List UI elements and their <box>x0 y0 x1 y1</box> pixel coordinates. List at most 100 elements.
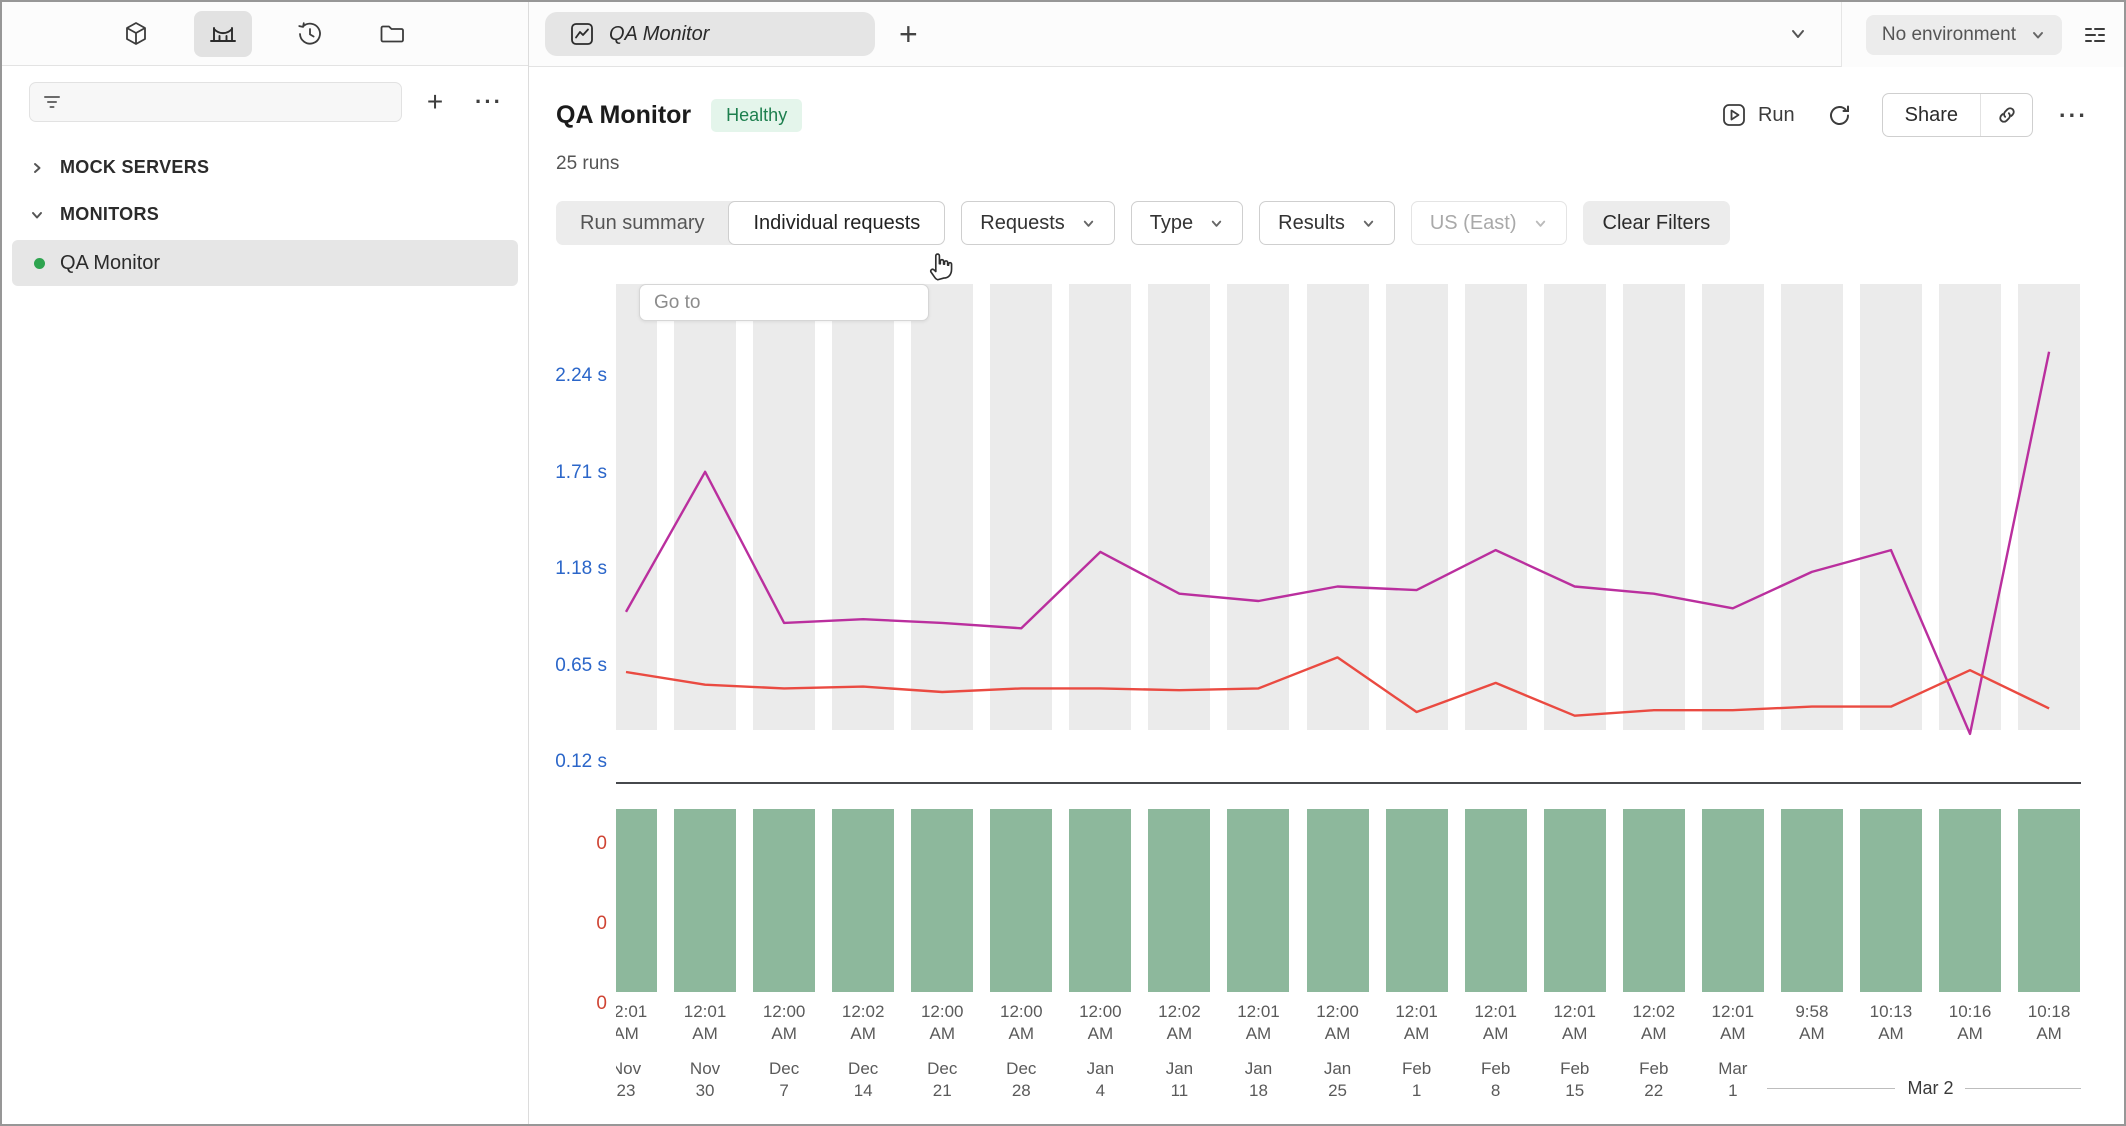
x-axis-date-label: Jan 4 <box>1058 1058 1142 1102</box>
sidebar-more-button[interactable]: ··· <box>468 82 510 122</box>
y-axis-tick: 1.18 s <box>529 558 607 580</box>
play-icon <box>1721 102 1747 128</box>
x-axis-date-label: Dec 7 <box>742 1058 826 1102</box>
filter-icon <box>42 92 62 112</box>
page-title: QA Monitor <box>556 101 691 130</box>
chevron-down-icon <box>1788 24 1808 44</box>
run-bar <box>753 809 815 992</box>
run-bar <box>674 809 736 992</box>
x-axis-time-label: 12:00 AM <box>900 1001 984 1045</box>
chart-plot-area[interactable]: 12:01 AMNov 2312:01 AMNov 3012:00 AMDec … <box>616 272 2081 1124</box>
run-bar <box>1939 809 2001 992</box>
run-bar <box>1544 809 1606 992</box>
x-axis-date-label: Feb 1 <box>1375 1058 1459 1102</box>
chevron-down-icon <box>30 208 44 222</box>
sidebar-item-mock-servers[interactable]: MOCK SERVERS <box>2 144 528 191</box>
chevron-right-icon <box>30 161 44 175</box>
copy-link-button[interactable] <box>1980 94 2032 136</box>
run-bar <box>1781 809 1843 992</box>
x-axis-time-label: 12:02 AM <box>1137 1001 1221 1045</box>
goto-search-input[interactable] <box>639 284 929 321</box>
monitor-tab-icon <box>569 21 595 47</box>
run-bar <box>1227 809 1289 992</box>
run-bar <box>616 809 657 992</box>
environment-quick-look-icon[interactable] <box>2082 22 2108 48</box>
x-axis-time-label: 12:01 AM <box>616 1001 668 1045</box>
x-axis-time-label: 12:00 AM <box>742 1001 826 1045</box>
collections-icon[interactable] <box>112 11 160 57</box>
x-axis-time-label: 12:01 AM <box>1375 1001 1459 1045</box>
sidebar-filter-input[interactable] <box>29 82 402 122</box>
x-axis-date-label: Dec 28 <box>979 1058 1063 1102</box>
run-bar <box>1702 809 1764 992</box>
tab-run-summary[interactable]: Run summary <box>556 201 728 245</box>
folder-icon[interactable] <box>368 11 416 57</box>
header-actions: Run Share <box>1721 93 2088 137</box>
run-button[interactable]: Run <box>1721 102 1795 128</box>
run-label: Run <box>1758 104 1795 127</box>
chart-x-axis-line <box>616 782 2081 784</box>
monitor-item-label: QA Monitor <box>60 252 160 275</box>
run-bar <box>2018 809 2080 992</box>
main-panel: QA Monitor + No environment <box>529 2 2124 1124</box>
x-axis-time-label: 12:02 AM <box>821 1001 905 1045</box>
title-row: QA Monitor Healthy Run <box>556 93 2088 137</box>
sidebar-nav <box>2 2 528 66</box>
app-window: + ··· MOCK SERVERS MONITORS QA Monitor <box>0 0 2126 1126</box>
type-dropdown[interactable]: Type <box>1131 201 1243 245</box>
clear-filters-button[interactable]: Clear Filters <box>1583 201 1731 245</box>
healthy-status-dot <box>34 258 45 269</box>
x-axis-date-group-label: Mar 2 <box>1767 1078 2081 1099</box>
x-axis-time-label: 12:02 AM <box>1612 1001 1696 1045</box>
bar-y-axis-tick: 0 <box>529 833 607 855</box>
view-segmented-control: Run summary Individual requests <box>556 201 945 245</box>
sidebar-item-qa-monitor[interactable]: QA Monitor <box>12 240 518 286</box>
y-axis-tick: 1.71 s <box>529 462 607 484</box>
monitors-label: MONITORS <box>60 204 159 225</box>
x-axis-date-label: Nov 30 <box>663 1058 747 1102</box>
x-axis-date-label: Feb 8 <box>1454 1058 1538 1102</box>
environment-label: No environment <box>1882 24 2016 46</box>
health-status-badge: Healthy <box>711 99 802 132</box>
monitors-nav-icon[interactable] <box>194 11 252 57</box>
refresh-button[interactable] <box>1827 103 1852 128</box>
x-axis-time-label: 12:01 AM <box>663 1001 747 1045</box>
tab-qa-monitor[interactable]: QA Monitor <box>545 12 875 56</box>
run-bar <box>1623 809 1685 992</box>
x-axis-date-label: Feb 22 <box>1612 1058 1696 1102</box>
run-bar <box>1148 809 1210 992</box>
share-button-group: Share <box>1882 93 2033 137</box>
x-axis-time-label: 9:58 AM <box>1770 1001 1854 1045</box>
requests-dropdown[interactable]: Requests <box>961 201 1115 245</box>
x-axis-time-label: 12:00 AM <box>979 1001 1063 1045</box>
y-axis-tick: 2.24 s <box>529 365 607 387</box>
bar-y-axis-tick: 0 <box>529 993 607 1015</box>
x-axis-time-label: 10:18 AM <box>2007 1001 2081 1045</box>
x-axis-date-label: Jan 18 <box>1216 1058 1300 1102</box>
sidebar-item-monitors[interactable]: MONITORS <box>2 191 528 238</box>
x-axis-time-label: 12:00 AM <box>1296 1001 1380 1045</box>
environment-selector[interactable]: No environment <box>1866 15 2062 55</box>
x-axis-date-label: Dec 21 <box>900 1058 984 1102</box>
chevron-down-icon <box>1361 216 1376 231</box>
monitor-content: QA Monitor Healthy Run <box>529 67 2124 245</box>
environment-controls: No environment <box>1841 2 2124 67</box>
region-dropdown[interactable]: US (East) <box>1411 201 1567 245</box>
y-axis-tick: 0.65 s <box>529 655 607 677</box>
x-axis-date-label: Jan 25 <box>1296 1058 1380 1102</box>
tab-individual-requests[interactable]: Individual requests <box>728 201 945 245</box>
results-dropdown[interactable]: Results <box>1259 201 1395 245</box>
monitor-chart: 2.24 s1.71 s1.18 s0.65 s0.12 s000 12:01 … <box>529 272 2124 1124</box>
share-button[interactable]: Share <box>1883 94 1980 136</box>
sidebar-add-button[interactable]: + <box>414 82 456 122</box>
chevron-down-icon <box>2030 27 2046 43</box>
new-tab-button[interactable]: + <box>899 18 918 50</box>
response-time-lines <box>616 272 2081 797</box>
runs-count: 25 runs <box>556 153 2088 175</box>
date-group-line <box>1767 1088 1896 1089</box>
x-axis-time-label: 12:01 AM <box>1691 1001 1775 1045</box>
history-icon[interactable] <box>286 11 334 57</box>
more-actions-button[interactable]: ··· <box>2059 102 2088 129</box>
sidebar: + ··· MOCK SERVERS MONITORS QA Monitor <box>2 2 529 1124</box>
tab-list-chevron[interactable] <box>1788 24 1808 44</box>
